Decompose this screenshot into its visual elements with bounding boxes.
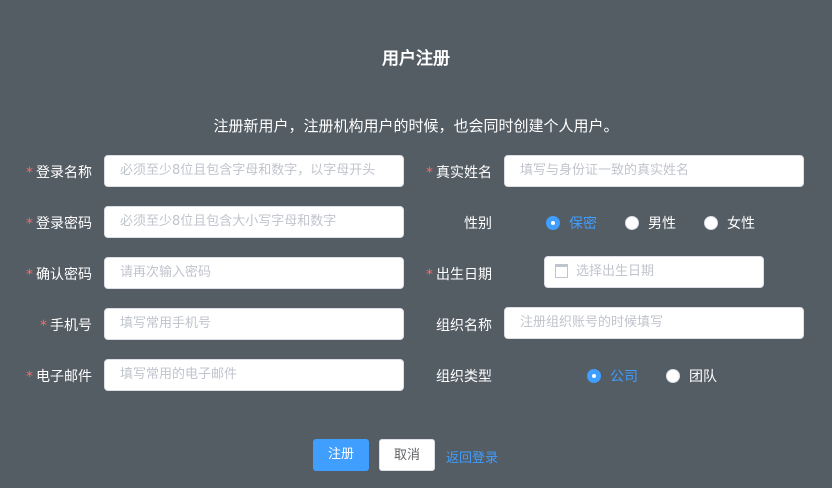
cancel-button[interactable]: 取消 — [379, 439, 435, 471]
required-mark: * — [40, 318, 47, 334]
radio-dot-icon — [666, 369, 680, 383]
orgtype-radio-group: 公司 团队 — [587, 366, 745, 386]
required-mark: * — [426, 165, 433, 181]
realname-label: * 真实姓名 — [426, 165, 492, 181]
required-mark: * — [26, 369, 33, 385]
gender-radio-male[interactable]: 男性 — [625, 213, 676, 233]
radio-dot-icon — [587, 369, 601, 383]
orgname-label: 组织名称 — [436, 318, 492, 334]
radio-dot-icon — [625, 216, 639, 230]
required-mark: * — [26, 165, 33, 181]
required-mark: * — [26, 216, 33, 232]
orgtype-radio-team[interactable]: 团队 — [666, 366, 717, 386]
birthday-date-picker[interactable]: 选择出生日期 — [544, 256, 764, 288]
email-input[interactable]: 填写常用的电子邮件 — [104, 359, 404, 391]
radio-dot-icon — [546, 216, 560, 230]
back-to-login-link[interactable]: 返回登录 — [446, 447, 498, 466]
username-label: * 登录名称 — [26, 165, 92, 181]
orgname-input[interactable]: 注册组织账号的时候填写 — [504, 307, 804, 339]
gender-radio-group: 保密 男性 女性 — [546, 213, 783, 233]
phone-input[interactable]: 填写常用手机号 — [104, 308, 404, 340]
gender-label: 性别 — [464, 216, 492, 232]
birthday-label: * 出生日期 — [426, 267, 492, 283]
page-title: 用户注册 — [382, 49, 450, 69]
confirm-password-input[interactable]: 请再次输入密码 — [104, 257, 404, 289]
required-mark: * — [426, 267, 433, 283]
realname-input[interactable]: 填写与身份证一致的真实姓名 — [504, 155, 804, 187]
orgtype-radio-company[interactable]: 公司 — [587, 366, 638, 386]
confirm-password-label: * 确认密码 — [26, 267, 92, 283]
email-label: * 电子邮件 — [26, 369, 92, 385]
gender-radio-female[interactable]: 女性 — [704, 213, 755, 233]
password-label: * 登录密码 — [26, 216, 92, 232]
orgtype-label: 组织类型 — [436, 369, 492, 385]
username-input[interactable]: 必须至少8位且包含字母和数字，以字母开头 — [104, 155, 404, 187]
phone-label: * 手机号 — [40, 318, 92, 334]
page-subtitle: 注册新用户，注册机构用户的时候，也会同时创建个人用户。 — [213, 117, 619, 135]
password-input[interactable]: 必须至少8位且包含大小写字母和数字 — [104, 206, 404, 238]
required-mark: * — [26, 267, 33, 283]
register-button[interactable]: 注册 — [313, 439, 369, 471]
radio-dot-icon — [704, 216, 718, 230]
calendar-icon — [555, 263, 568, 278]
gender-radio-secret[interactable]: 保密 — [546, 213, 597, 233]
